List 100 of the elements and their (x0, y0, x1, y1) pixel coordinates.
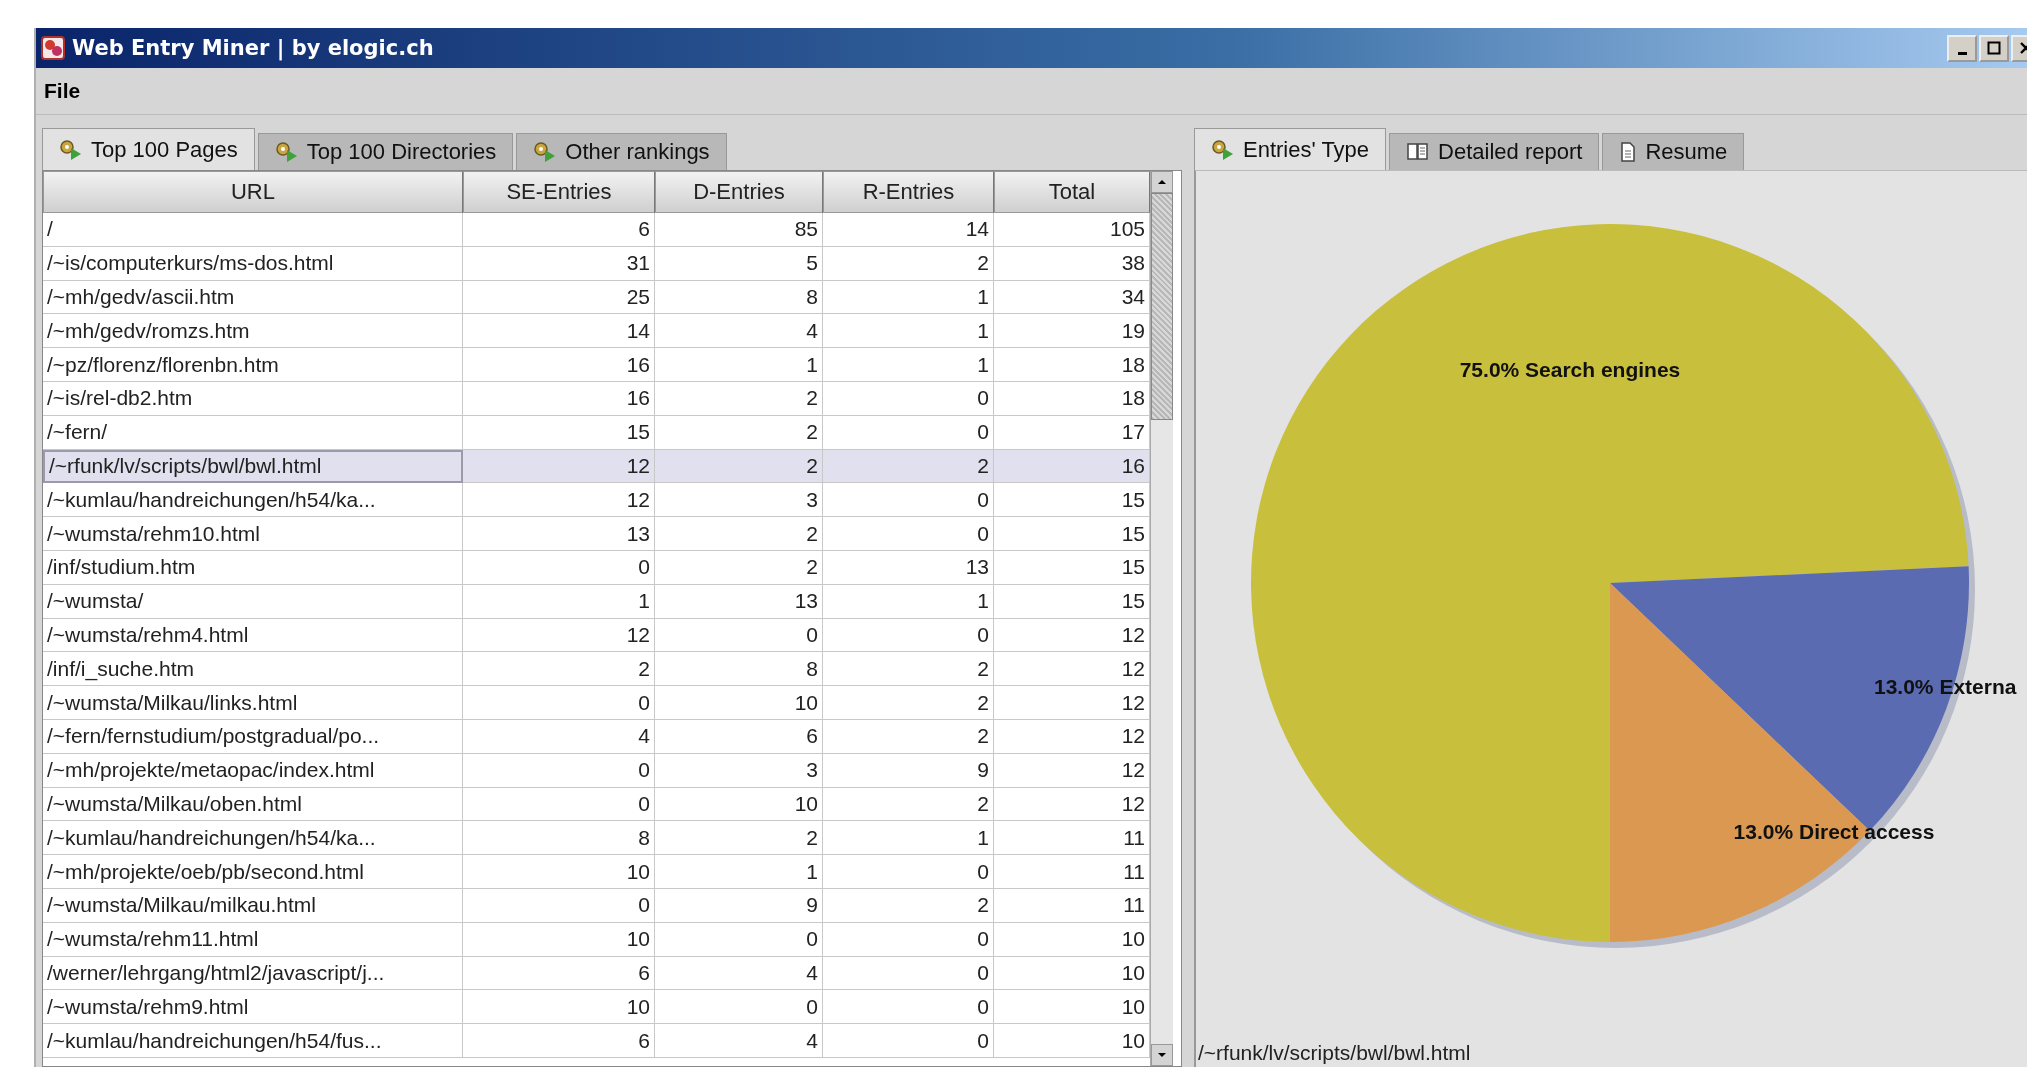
table-cell: 16 (463, 348, 655, 382)
table-row[interactable]: /~kumlau/handreichungen/h54/ka... 8 2 1 11 (43, 821, 1150, 856)
table-cell: 4 (655, 314, 823, 349)
table-cell: 85 (655, 213, 823, 247)
table-row[interactable]: /~mh/projekte/metaopac/index.html 0 3 9 12 (43, 753, 1150, 788)
table-cell: 1 (823, 348, 994, 382)
table-cell: /~wumsta/Milkau/oben.html (43, 787, 463, 822)
table-cell: 2 (823, 888, 994, 923)
table-cell: 0 (823, 618, 994, 653)
table-cell: 0 (823, 990, 994, 1025)
table-cell: 12 (463, 449, 655, 484)
column-header[interactable]: SE-Entries (463, 171, 655, 213)
menu-item[interactable]: File (40, 79, 85, 103)
table-cell: 15 (463, 415, 655, 450)
table-cell: /inf/studium.htm (43, 550, 463, 585)
table-cell: /~fern/fernstudium/postgradual/po... (43, 719, 463, 754)
table-cell: /~wumsta/Milkau/milkau.html (43, 888, 463, 923)
table-cell: 10 (463, 990, 655, 1025)
table-cell: 2 (655, 821, 823, 856)
column-header[interactable]: URL (43, 171, 463, 213)
book-icon (1406, 142, 1431, 162)
table-row[interactable]: /~wumsta/Milkau/links.html 0 10 2 12 (43, 686, 1150, 720)
table-cell: /~is/computerkurs/ms-dos.html (43, 246, 463, 281)
table-row[interactable]: /~wumsta/rehm9.html 10 0 0 10 (43, 990, 1150, 1025)
tab[interactable]: Top 100 Pages (42, 128, 255, 170)
table-row[interactable]: /~wumsta/Milkau/oben.html 0 10 2 12 (43, 787, 1150, 822)
table-row[interactable]: /~fern/fernstudium/postgradual/po... 4 6 2 12 (43, 719, 1150, 754)
table-cell: 6 (463, 1024, 655, 1058)
table-cell: 2 (655, 415, 823, 450)
table-cell: 2 (655, 449, 823, 484)
table-row[interactable]: /~wumsta/Milkau/milkau.html 0 9 2 11 (43, 888, 1150, 923)
tab[interactable]: Entries' Type (1194, 128, 1387, 170)
table-cell: 2 (823, 686, 994, 720)
slice-label: 75.0% Search engines (1459, 358, 1681, 381)
table-row[interactable]: /~wumsta/rehm11.html 10 0 0 10 (43, 922, 1150, 957)
table-row[interactable]: /~pz/florenz/florenbn.htm 16 1 1 18 (43, 348, 1150, 382)
table-cell: 1 (655, 348, 823, 382)
table-cell: 13 (463, 517, 655, 551)
table-cell: 1 (823, 584, 994, 619)
table-row[interactable]: /~mh/projekte/oeb/pb/second.html 10 1 0 11 (43, 855, 1150, 889)
tab[interactable]: Detailed report (1389, 133, 1600, 170)
table-cell: 4 (655, 1024, 823, 1058)
tab[interactable]: Other rankings (516, 133, 727, 170)
table-cell: 0 (463, 787, 655, 822)
gear-arrow-icon (274, 141, 299, 163)
scrollbar[interactable] (1150, 171, 1173, 1066)
tab[interactable]: Resume (1602, 133, 1745, 170)
table-row[interactable]: /inf/studium.htm 0 2 13 15 (43, 550, 1150, 585)
table-cell: 6 (463, 213, 655, 247)
table-cell: /~is/rel-db2.htm (43, 382, 463, 416)
table-row[interactable]: /~mh/gedv/ascii.htm 25 8 1 34 (43, 280, 1150, 315)
table-row[interactable]: /~is/computerkurs/ms-dos.html 31 5 2 38 (43, 246, 1150, 281)
table-cell: 8 (463, 821, 655, 856)
column-header[interactable]: Total (994, 171, 1150, 213)
slice-label: 13.0% Direct access (1733, 820, 1935, 843)
table-cell: 8 (655, 280, 823, 315)
table-row[interactable]: /~kumlau/handreichungen/h54/fus... 6 4 0 10 (43, 1024, 1150, 1058)
table-row[interactable]: / 6 85 14 105 (43, 213, 1150, 247)
table-cell: 2 (823, 719, 994, 754)
scroll-up-icon[interactable] (1151, 171, 1173, 193)
table-cell: 5 (655, 246, 823, 281)
table-cell: / (43, 213, 463, 247)
table-cell: 14 (823, 213, 994, 247)
table-cell: /~wumsta/rehm9.html (43, 990, 463, 1025)
table-row[interactable]: /~kumlau/handreichungen/h54/ka... 12 3 0 15 (43, 483, 1150, 518)
table-cell: 12 (463, 483, 655, 518)
table-row[interactable]: /inf/i_suche.htm 2 8 2 12 (43, 652, 1150, 687)
table-cell: 10 (463, 855, 655, 889)
table-cell: /~wumsta/rehm10.html (43, 517, 463, 551)
tab[interactable]: Top 100 Directories (257, 133, 514, 170)
table-cell: 16 (463, 382, 655, 416)
table-row[interactable]: /~wumsta/ 1 13 1 15 (43, 584, 1150, 619)
scroll-thumb[interactable] (1151, 193, 1173, 420)
minimize-button[interactable] (1947, 34, 1977, 62)
table-cell: 0 (823, 517, 994, 551)
table-row[interactable]: /~wumsta/rehm10.html 13 2 0 15 (43, 517, 1150, 551)
table-cell: 3 (655, 483, 823, 518)
table-row[interactable]: /~wumsta/rehm4.html 12 0 0 12 (43, 618, 1150, 653)
maximize-icon (1987, 41, 2001, 55)
table-cell: 0 (823, 382, 994, 416)
table-row[interactable]: /~rfunk/lv/scripts/bwl/bwl.html 12 2 2 16 (43, 449, 1150, 484)
table-cell: 0 (655, 922, 823, 957)
maximize-button[interactable] (1979, 34, 2009, 62)
scroll-down-icon[interactable] (1151, 1044, 1173, 1066)
table-row[interactable]: /werner/lehrgang/html2/javascript/j... 6 4 0 10 (43, 956, 1150, 991)
table-cell: 1 (655, 855, 823, 889)
column-header[interactable]: D-Entries (655, 171, 823, 213)
table-cell: 13 (655, 584, 823, 619)
table-cell: 31 (463, 246, 655, 281)
table-row[interactable]: /~fern/ 15 2 0 17 (43, 415, 1150, 450)
table-cell: 1 (823, 314, 994, 349)
table-cell: 2 (823, 246, 994, 281)
table-cell: 0 (823, 956, 994, 991)
table-cell: /~mh/gedv/romzs.htm (43, 314, 463, 349)
column-header[interactable]: R-Entries (823, 171, 994, 213)
table-cell: 2 (655, 517, 823, 551)
table-row[interactable]: /~is/rel-db2.htm 16 2 0 18 (43, 382, 1150, 416)
table-cell: /~kumlau/handreichungen/h54/fus... (43, 1024, 463, 1058)
table-row[interactable]: /~mh/gedv/romzs.htm 14 4 1 19 (43, 314, 1150, 349)
table-cell: 0 (823, 483, 994, 518)
